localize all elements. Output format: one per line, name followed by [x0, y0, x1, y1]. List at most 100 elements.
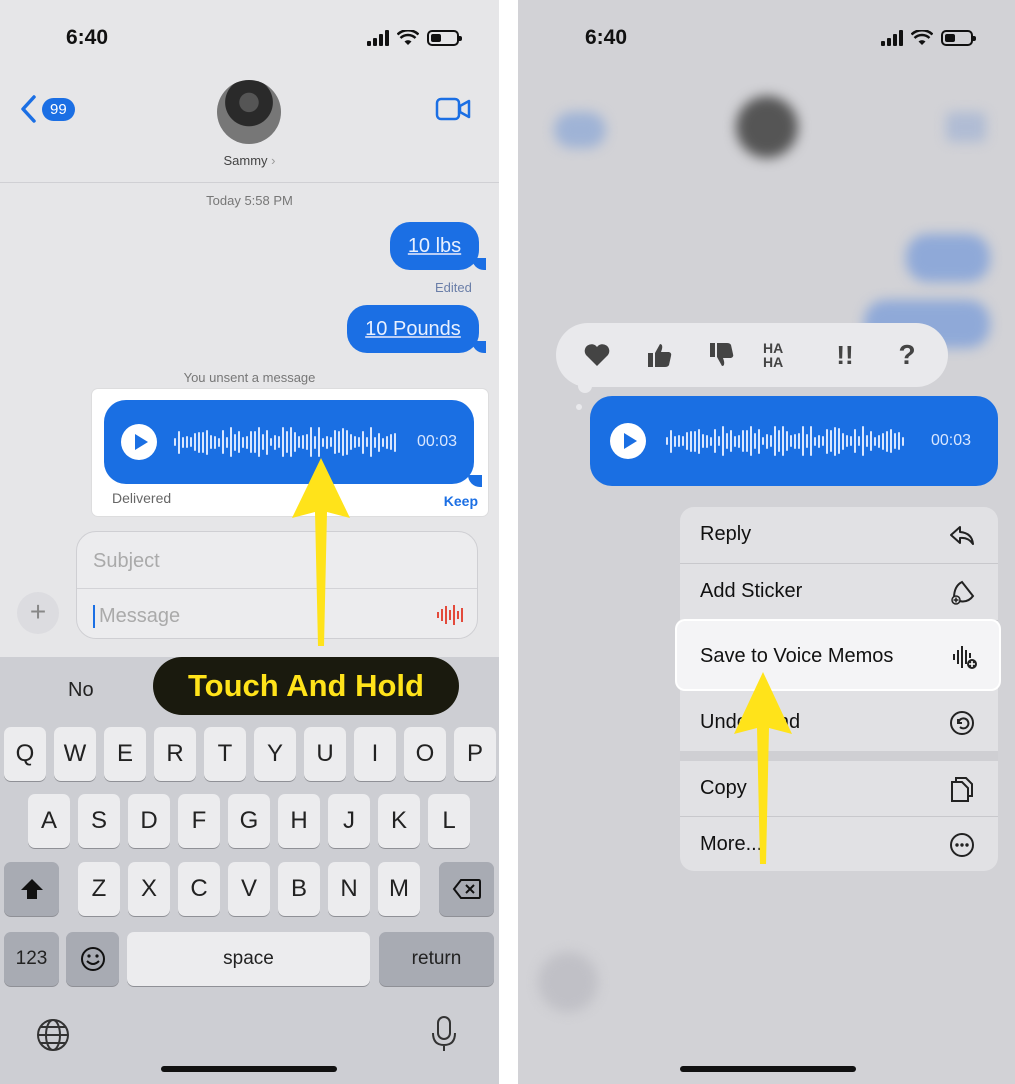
key-g[interactable]: G — [228, 794, 270, 848]
waveform-bar — [457, 611, 459, 619]
key-i[interactable]: I — [354, 727, 396, 781]
waveform-bar — [266, 429, 268, 455]
subject-input[interactable]: Subject — [93, 550, 160, 573]
space-key[interactable]: space — [127, 932, 370, 986]
menu-item-label: Add Sticker — [700, 580, 803, 602]
menu-item-reply[interactable]: Reply — [680, 507, 998, 563]
waveform-bar — [274, 434, 276, 450]
menu-item-more[interactable]: More... — [680, 817, 998, 871]
return-key[interactable]: return — [379, 932, 494, 986]
waveform-bar — [254, 431, 256, 453]
delete-key[interactable] — [439, 862, 494, 916]
contact-name-button[interactable]: Sammy › — [0, 153, 499, 168]
waveform-bar — [258, 427, 260, 457]
key-n[interactable]: N — [328, 862, 370, 916]
record-audio-icon[interactable] — [437, 604, 463, 626]
menu-item-add-sticker[interactable]: Add Sticker — [680, 564, 998, 620]
waveform-bar — [449, 610, 451, 620]
waveform-bar — [206, 429, 208, 455]
suggestion-word[interactable]: No — [68, 679, 94, 702]
key-j[interactable]: J — [328, 794, 370, 848]
key-x[interactable]: X — [128, 862, 170, 916]
waveform-bar — [382, 437, 384, 447]
message-input[interactable]: Message — [93, 605, 180, 628]
waveform-bar — [234, 433, 236, 451]
facetime-video-button[interactable] — [435, 96, 471, 122]
keep-button[interactable]: Keep — [444, 493, 478, 509]
key-l[interactable]: L — [428, 794, 470, 848]
key-v[interactable]: V — [228, 862, 270, 916]
key-d[interactable]: D — [128, 794, 170, 848]
haha-icon[interactable]: HA HA — [763, 335, 803, 375]
waveform-bar — [774, 426, 776, 456]
apps-plus-button[interactable]: + — [17, 592, 59, 634]
key-c[interactable]: C — [178, 862, 220, 916]
waveform-bar — [826, 428, 828, 454]
menu-item-copy[interactable]: Copy — [680, 761, 998, 817]
voice-message-bubble[interactable]: 00:03 — [590, 396, 998, 486]
key-e[interactable]: E — [104, 727, 146, 781]
emoji-key[interactable] — [66, 932, 119, 986]
globe-icon[interactable] — [36, 1018, 70, 1052]
wifi-icon — [397, 30, 419, 45]
key-z[interactable]: Z — [78, 862, 120, 916]
play-icon[interactable] — [610, 423, 646, 459]
key-h[interactable]: H — [278, 794, 320, 848]
waveform-bar — [342, 428, 344, 456]
blurred-plus-button — [538, 952, 598, 1012]
back-button[interactable]: 99 — [18, 94, 75, 124]
thumbs-down-icon[interactable] — [701, 335, 741, 375]
key-y[interactable]: Y — [254, 727, 296, 781]
waveform-bar — [842, 432, 844, 450]
key-w[interactable]: W — [54, 727, 96, 781]
menu-item-save-to-voice-memos[interactable]: Save to Voice Memos — [677, 621, 999, 689]
waveform-bar — [386, 435, 388, 449]
left-phone-screen: 6:40 99 Sammy › Today 5:58 PM 10 lbs Edi… — [0, 0, 499, 1084]
key-a[interactable]: A — [28, 794, 70, 848]
shift-key[interactable] — [4, 862, 59, 916]
key-b[interactable]: B — [278, 862, 320, 916]
message-bubble[interactable]: 10 Pounds — [347, 305, 479, 353]
heart-icon[interactable] — [577, 335, 617, 375]
waveform-bar — [441, 609, 443, 621]
dictation-mic-icon[interactable] — [430, 1015, 458, 1053]
question-icon[interactable]: ? — [887, 335, 927, 375]
waveform-bar — [738, 434, 740, 448]
waveform-bar — [854, 429, 856, 453]
key-t[interactable]: T — [204, 727, 246, 781]
header-divider — [0, 182, 499, 183]
menu-item-undo-send[interactable]: Undo Send — [680, 695, 998, 751]
unsent-notice: You unsent a message — [183, 370, 316, 385]
waveform-bar — [850, 436, 852, 446]
key-p[interactable]: P — [454, 727, 496, 781]
exclamation-icon[interactable]: !! — [825, 335, 865, 375]
thumbs-up-icon[interactable] — [639, 335, 679, 375]
waveform-bar — [302, 435, 304, 449]
cellular-signal-icon — [881, 30, 903, 46]
waveform-bar — [874, 436, 876, 446]
key-s[interactable]: S — [78, 794, 120, 848]
waveform-bar — [794, 433, 796, 449]
key-q[interactable]: Q — [4, 727, 46, 781]
key-f[interactable]: F — [178, 794, 220, 848]
waveform-bar — [762, 437, 764, 445]
key-o[interactable]: O — [404, 727, 446, 781]
key-r[interactable]: R — [154, 727, 196, 781]
compose-field[interactable]: Subject Message — [76, 531, 478, 639]
key-m[interactable]: M — [378, 862, 420, 916]
play-icon[interactable] — [121, 424, 157, 460]
audio-waveform — [666, 421, 904, 461]
voice-duration: 00:03 — [417, 433, 458, 450]
touch-and-hold-callout: Touch And Hold — [153, 657, 459, 715]
key-u[interactable]: U — [304, 727, 346, 781]
key-k[interactable]: K — [378, 794, 420, 848]
contact-avatar[interactable] — [217, 80, 281, 144]
waveform-bar — [330, 437, 332, 447]
voice-message-bubble[interactable]: 00:03 — [104, 400, 474, 484]
numbers-key[interactable]: 123 — [4, 932, 59, 986]
waveform-bar — [666, 437, 668, 445]
waveform-bar — [838, 428, 840, 454]
waveform-bar — [758, 428, 760, 454]
waveform-bar — [306, 434, 308, 450]
message-bubble[interactable]: 10 lbs — [390, 222, 479, 270]
